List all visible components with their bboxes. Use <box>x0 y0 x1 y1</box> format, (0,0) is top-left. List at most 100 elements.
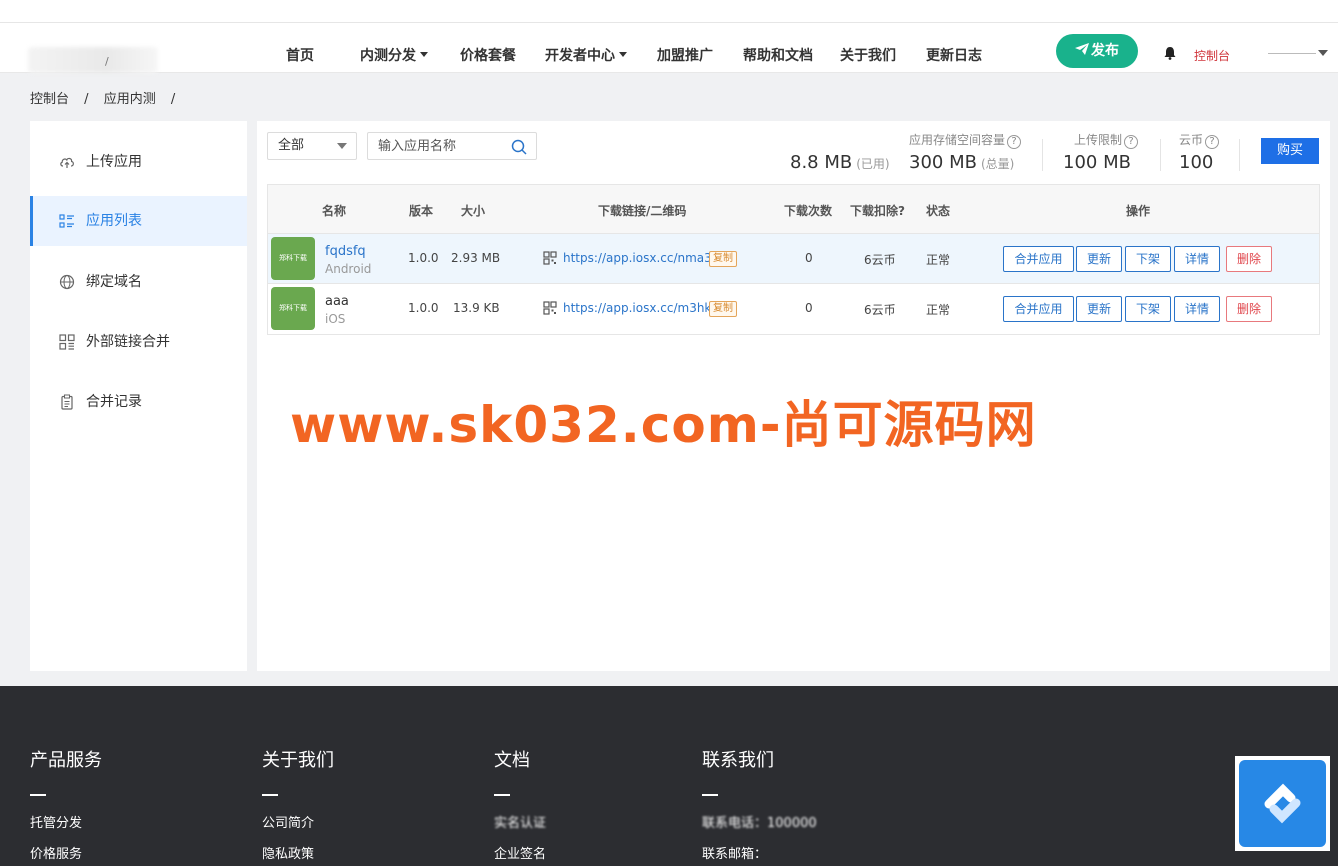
nav-about[interactable]: 关于我们 <box>840 45 896 65</box>
copy-button[interactable]: 复制 <box>709 251 737 267</box>
footer-divider <box>262 794 278 796</box>
buy-button[interactable]: 购买 <box>1261 138 1319 164</box>
delete-button[interactable]: 删除 <box>1226 296 1272 322</box>
app-platform: iOS <box>325 312 346 326</box>
chevron-down-icon <box>337 143 347 149</box>
update-button[interactable]: 更新 <box>1076 246 1122 272</box>
col-download-link: 下载链接/二维码 <box>598 204 687 218</box>
download-link[interactable]: https://app.iosx.cc/m3hkeu <box>563 301 726 315</box>
nav-beta-distribution[interactable]: 内测分发 <box>360 45 428 65</box>
nav-developer-center[interactable]: 开发者中心 <box>545 45 627 65</box>
platform-filter-select[interactable]: 全部 <box>267 132 357 160</box>
logo-slash: / <box>105 55 109 68</box>
breadcrumb-beta[interactable]: 应用内测 <box>104 92 156 107</box>
app-icon[interactable]: 郑科下载 <box>271 237 315 280</box>
sidebar-item-label: 合并记录 <box>86 394 142 410</box>
footer-divider <box>702 794 718 796</box>
app-version: 1.0.0 <box>408 301 439 315</box>
nav-help-docs[interactable]: 帮助和文档 <box>743 45 813 65</box>
app-icon[interactable]: 郑科下载 <box>271 287 315 330</box>
app-search-box <box>367 132 537 160</box>
download-deduct: 6云币 <box>864 303 896 317</box>
sidebar-item-app-list[interactable]: 应用列表 <box>30 196 247 246</box>
breadcrumb: 控制台 / 应用内测 / <box>30 88 186 107</box>
nav-home[interactable]: 首页 <box>286 45 314 65</box>
app-table: 名称 版本 大小 下载链接/二维码 下载次数 下载扣除? 状态 操作 郑科下载 … <box>267 184 1320 335</box>
unpublish-button[interactable]: 下架 <box>1125 296 1171 322</box>
breadcrumb-console[interactable]: 控制台 <box>30 92 69 107</box>
storage-used: 8.8 MB (已用) <box>790 152 890 173</box>
app-name-link[interactable]: fqdsfq <box>325 244 366 259</box>
sidebar-item-external-link-merge[interactable]: 外部链接合并 <box>30 317 247 367</box>
col-status: 状态 <box>926 204 951 218</box>
footer-column-docs: 文档 实名认证 企业签名 <box>494 746 546 862</box>
watermark: www.sk032.com-尚可源码网 <box>290 396 1037 454</box>
app-name-link[interactable]: aaa <box>325 294 349 309</box>
merge-app-button[interactable]: 合并应用 <box>1003 246 1074 272</box>
search-icon[interactable] <box>511 139 527 155</box>
status-text: 正常 <box>926 303 951 317</box>
merge-app-button[interactable]: 合并应用 <box>1003 296 1074 322</box>
sidebar-item-upload-app[interactable]: 上传应用 <box>30 137 247 187</box>
footer-heading: 产品服务 <box>30 750 102 771</box>
qr-code-icon[interactable] <box>543 251 557 265</box>
app-platform: Android <box>325 262 372 276</box>
storage-label: 应用存储空间容量? <box>909 131 1022 149</box>
download-link[interactable]: https://app.iosx.cc/nma3ev <box>563 251 726 265</box>
console-link[interactable]: 控制台 <box>1194 47 1230 64</box>
help-icon[interactable]: ? <box>1124 135 1139 149</box>
nav-changelog[interactable]: 更新日志 <box>926 45 982 65</box>
col-name: 名称 <box>322 204 347 218</box>
sidebar-item-merge-records[interactable]: 合并记录 <box>30 377 247 427</box>
footer-contact-phone: 联系电话：100000 <box>702 816 817 831</box>
table-row: 郑科下载 aaa iOS 1.0.0 13.9 KB https://app.i… <box>268 284 1319 334</box>
user-dropdown[interactable] <box>1268 53 1316 54</box>
sidebar-item-label: 绑定域名 <box>86 274 142 290</box>
details-button[interactable]: 详情 <box>1174 296 1220 322</box>
sidebar-item-label: 外部链接合并 <box>86 334 170 350</box>
col-version: 版本 <box>409 204 434 218</box>
site-logo[interactable] <box>28 47 158 73</box>
coin-label: 云币? <box>1179 131 1220 149</box>
footer-link[interactable]: 隐私政策 <box>262 843 334 862</box>
details-button[interactable]: 详情 <box>1174 246 1220 272</box>
help-icon[interactable]: ? <box>1007 135 1022 149</box>
upload-limit-value: 100 MB <box>1063 152 1131 173</box>
bell-icon[interactable] <box>1163 46 1177 60</box>
divider <box>1160 139 1161 171</box>
footer-contact-email: 联系邮箱： <box>702 847 768 862</box>
search-input[interactable] <box>368 133 503 159</box>
sidebar-item-label: 应用列表 <box>86 213 142 229</box>
help-icon[interactable]: ? <box>1205 135 1220 149</box>
col-deduct: 下载扣除? <box>850 204 905 218</box>
app-logo-icon <box>1239 760 1326 847</box>
footer-divider <box>494 794 510 796</box>
clipboard-icon <box>61 394 73 410</box>
grid-icon <box>59 334 75 350</box>
qr-code-icon[interactable] <box>543 301 557 315</box>
footer-link[interactable]: 价格服务 <box>30 843 102 862</box>
sidebar-item-bind-domain[interactable]: 绑定域名 <box>30 257 247 307</box>
footer-link[interactable]: 公司简介 <box>262 812 334 831</box>
table-header: 名称 版本 大小 下载链接/二维码 下载次数 下载扣除? 状态 操作 <box>268 185 1319 234</box>
top-header: / 首页 内测分发 价格套餐 开发者中心 加盟推广 帮助和文档 关于我们 更新日… <box>0 0 1338 73</box>
footer-heading: 文档 <box>494 750 530 771</box>
delete-button[interactable]: 删除 <box>1226 246 1272 272</box>
download-deduct: 6云币 <box>864 253 896 267</box>
update-button[interactable]: 更新 <box>1076 296 1122 322</box>
nav-pricing[interactable]: 价格套餐 <box>460 45 516 65</box>
unpublish-button[interactable]: 下架 <box>1125 246 1171 272</box>
chevron-down-icon[interactable] <box>1318 50 1328 56</box>
copy-button[interactable]: 复制 <box>709 301 737 317</box>
divider <box>1239 139 1240 171</box>
chevron-down-icon <box>619 52 627 57</box>
coin-value: 100 <box>1179 152 1214 173</box>
footer-link[interactable]: 托管分发 <box>30 812 102 831</box>
footer-link[interactable]: 实名认证 <box>494 812 546 831</box>
nav-franchise[interactable]: 加盟推广 <box>657 45 713 65</box>
footer-link[interactable]: 企业签名 <box>494 843 546 862</box>
list-icon <box>59 214 74 228</box>
publish-button[interactable]: 发布 <box>1056 34 1138 68</box>
table-row: 郑科下载 fqdsfq Android 1.0.0 2.93 MB https:… <box>268 234 1319 284</box>
breadcrumb-separator: / <box>84 92 89 107</box>
